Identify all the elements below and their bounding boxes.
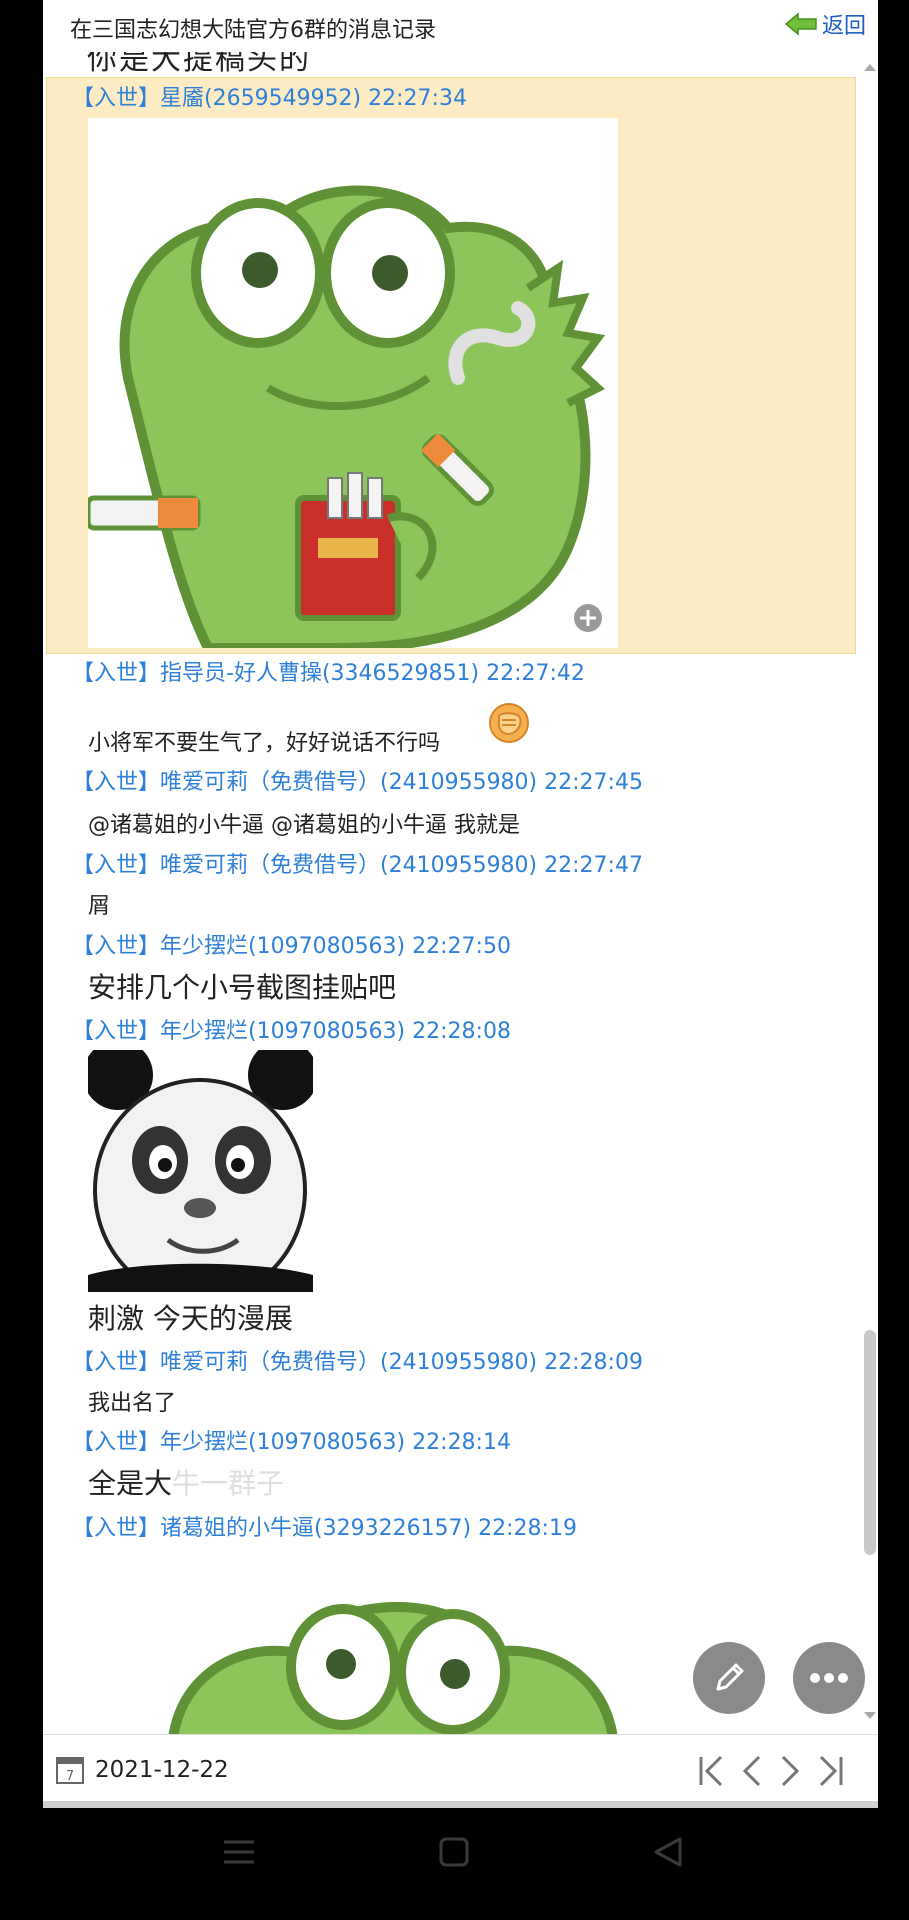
last-page-icon[interactable] xyxy=(813,1751,849,1791)
back-arrow-icon xyxy=(784,12,817,36)
truncated-message-text: 你是大提稿头的 xyxy=(87,52,311,77)
panda-meme-image[interactable] xyxy=(88,1050,313,1292)
message-text: @诸葛姐的小牛逼 @诸葛姐的小牛逼 我就是 xyxy=(88,813,520,838)
message-header: 【入世】唯爱可莉（免费借号）(2410955980) 22:28:09 xyxy=(72,1350,643,1375)
message-header: 【入世】唯爱可莉（免费借号）(2410955980) 22:27:47 xyxy=(72,853,643,878)
message-header: 【入世】诸葛姐的小牛逼(3293226157) 22:28:19 xyxy=(72,1516,577,1541)
current-date[interactable]: 2021-12-22 xyxy=(95,1757,229,1783)
scroll-up-arrow-icon[interactable] xyxy=(864,64,876,71)
message-header: 【入世】星靥(2659549952) 22:27:34 xyxy=(72,86,467,111)
window-title: 在三国志幻想大陆官方6群的消息记录 xyxy=(70,18,436,43)
dinosaur-sticker-icon xyxy=(168,1602,618,1734)
previous-page-icon[interactable] xyxy=(733,1751,769,1791)
vertical-scrollbar[interactable] xyxy=(861,52,878,1734)
first-page-icon[interactable] xyxy=(693,1751,729,1791)
message-header: 【入世】年少摆烂(1097080563) 22:27:50 xyxy=(72,934,511,959)
edit-button[interactable] xyxy=(693,1642,765,1714)
message-header: 【入世】唯爱可莉（免费借号）(2410955980) 22:27:45 xyxy=(72,770,643,795)
back-button[interactable]: 返回 xyxy=(784,8,866,40)
message-text: 安排几个小号截图挂贴吧 xyxy=(88,971,397,1004)
message-header: 【入世】年少摆烂(1097080563) 22:28:08 xyxy=(72,1019,511,1044)
calendar-icon[interactable]: 7 xyxy=(55,1753,85,1785)
back-nav-icon[interactable] xyxy=(652,1836,684,1868)
fist-emoji-icon xyxy=(489,703,529,743)
message-text: 我出名了 xyxy=(88,1391,177,1416)
message-header: 【入世】年少摆烂(1097080563) 22:28:14 xyxy=(72,1430,511,1455)
more-options-button[interactable] xyxy=(793,1642,865,1714)
next-page-icon[interactable] xyxy=(773,1751,809,1791)
date-navigation-bar: 7 2021-12-22 xyxy=(43,1734,878,1808)
menu-icon[interactable] xyxy=(222,1836,256,1868)
dinosaur-smoking-sticker-icon xyxy=(88,118,618,648)
message-list[interactable]: 你是大提稿头的 【入世】星靥(2659549952) 22:27:34 【入世】… xyxy=(43,52,878,1734)
panda-face-icon xyxy=(88,1050,313,1292)
message-text: 小将军不要生气了，好好说话不行吗 xyxy=(88,731,441,756)
scroll-down-arrow-icon[interactable] xyxy=(864,1712,876,1719)
more-dots-icon xyxy=(810,1673,848,1683)
message-header: 【入世】指导员-好人曹操(3346529851) 22:27:42 xyxy=(72,661,585,686)
sticker-image-dinosaur-smoking[interactable] xyxy=(88,118,618,648)
blur-mask xyxy=(173,1464,313,1498)
message-text: 屑 xyxy=(88,894,111,919)
sticker-image-dinosaur[interactable] xyxy=(163,1572,633,1734)
scrollbar-thumb[interactable] xyxy=(864,1330,876,1555)
system-navigation-bar xyxy=(0,1808,909,1920)
pencil-icon xyxy=(716,1663,744,1691)
footer-divider xyxy=(43,1801,878,1808)
home-icon[interactable] xyxy=(438,1836,470,1868)
title-bar: 在三国志幻想大陆官方6群的消息记录 返回 xyxy=(43,0,878,52)
svg-text:7: 7 xyxy=(66,1769,74,1784)
chat-history-window: 在三国志幻想大陆官方6群的消息记录 返回 你是大提稿头的 【入世】星靥(2659… xyxy=(43,0,878,1808)
back-label: 返回 xyxy=(821,14,866,39)
message-text: 刺激 今天的漫展 xyxy=(88,1302,293,1335)
